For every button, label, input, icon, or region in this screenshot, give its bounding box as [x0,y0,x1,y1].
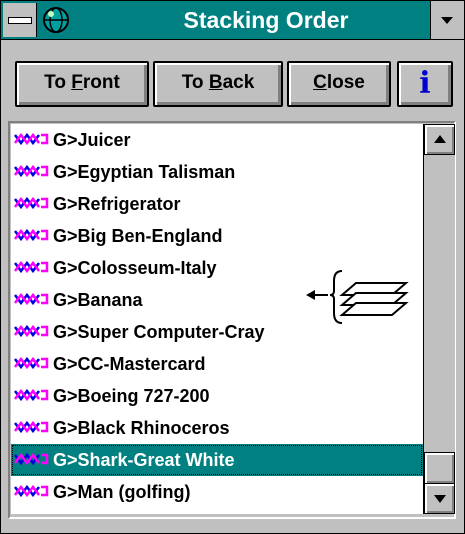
list-item-label: G>Egyptian Talisman [53,162,236,182]
info-icon: i [419,66,431,101]
close-button[interactable]: Close [287,61,391,107]
list-item-label: G>CC-Mastercard [53,354,206,374]
list-item-label: G>Banana [53,290,143,310]
arrow-down-icon [434,495,446,503]
system-menu-icon [8,17,32,24]
to-front-label-prefix: To [44,72,72,93]
to-front-label-suffix: ront [82,72,120,93]
link-chain-icon [14,228,49,242]
link-chain-icon [14,452,49,466]
list-item[interactable]: G>Juicer [11,124,423,156]
stacking-order-window: Stacking Order To Front To Back Close i … [0,0,465,534]
scroll-thumb[interactable] [424,452,455,484]
vertical-scrollbar[interactable] [424,124,455,514]
to-front-button[interactable]: To Front [15,61,149,107]
stacked-layers-icon [306,270,409,324]
list-item[interactable]: G>CC-Mastercard [11,348,423,380]
list-item-label: G>Super Computer-Cray [53,322,265,342]
list-item[interactable]: G>Man (golfing) [11,476,423,508]
list-item-label: G>Boeing 727-200 [53,386,210,406]
link-chain-icon [14,164,49,178]
list-item[interactable]: G>Refrigerator [11,188,423,220]
to-back-label-suffix: ack [222,72,255,93]
to-back-accelerator: B [208,72,223,93]
link-chain-icon [14,324,49,338]
to-front-accelerator: F [71,72,83,93]
dropdown-button[interactable] [430,1,464,39]
info-button[interactable]: i [397,61,453,107]
globe-icon [43,7,69,33]
to-back-button[interactable]: To Back [153,61,283,107]
link-chain-icon [14,388,49,402]
link-chain-icon [14,484,49,498]
system-menu-button[interactable] [3,3,37,37]
close-label-suffix: lose [326,72,365,93]
list-item-label: G>Shark-Great White [53,450,235,470]
link-chain-icon [14,260,49,274]
link-chain-icon [14,132,49,146]
list-item[interactable]: G>Boeing 727-200 [11,380,423,412]
to-back-label-prefix: To [181,72,209,93]
link-chain-icon [14,196,49,210]
dropdown-arrow-icon [441,17,453,24]
list-item[interactable]: G>Egyptian Talisman [11,156,423,188]
arrow-up-icon [434,135,446,143]
list-item[interactable]: G>Shark-Great White [11,444,423,476]
scroll-up-button[interactable] [424,124,455,155]
scroll-down-button[interactable] [424,483,455,514]
link-chain-icon [14,292,49,306]
title-bar[interactable]: Stacking Order [1,1,464,40]
list-item-label: G>Big Ben-England [53,226,223,246]
close-accelerator: C [313,72,327,93]
list-item[interactable]: G>Big Ben-England [11,220,423,252]
list-item-label: G>Refrigerator [53,194,181,214]
link-chain-icon [14,420,49,434]
list-item-label: G>Colosseum-Italy [53,258,217,278]
list-item-label: G>Black Rhinoceros [53,418,230,438]
list-item-label: G>Juicer [53,130,131,150]
list-item[interactable]: G>Black Rhinoceros [11,412,423,444]
window-title: Stacking Order [183,7,349,33]
link-chain-icon [14,356,49,370]
list-item-label: G>Man (golfing) [53,482,191,502]
